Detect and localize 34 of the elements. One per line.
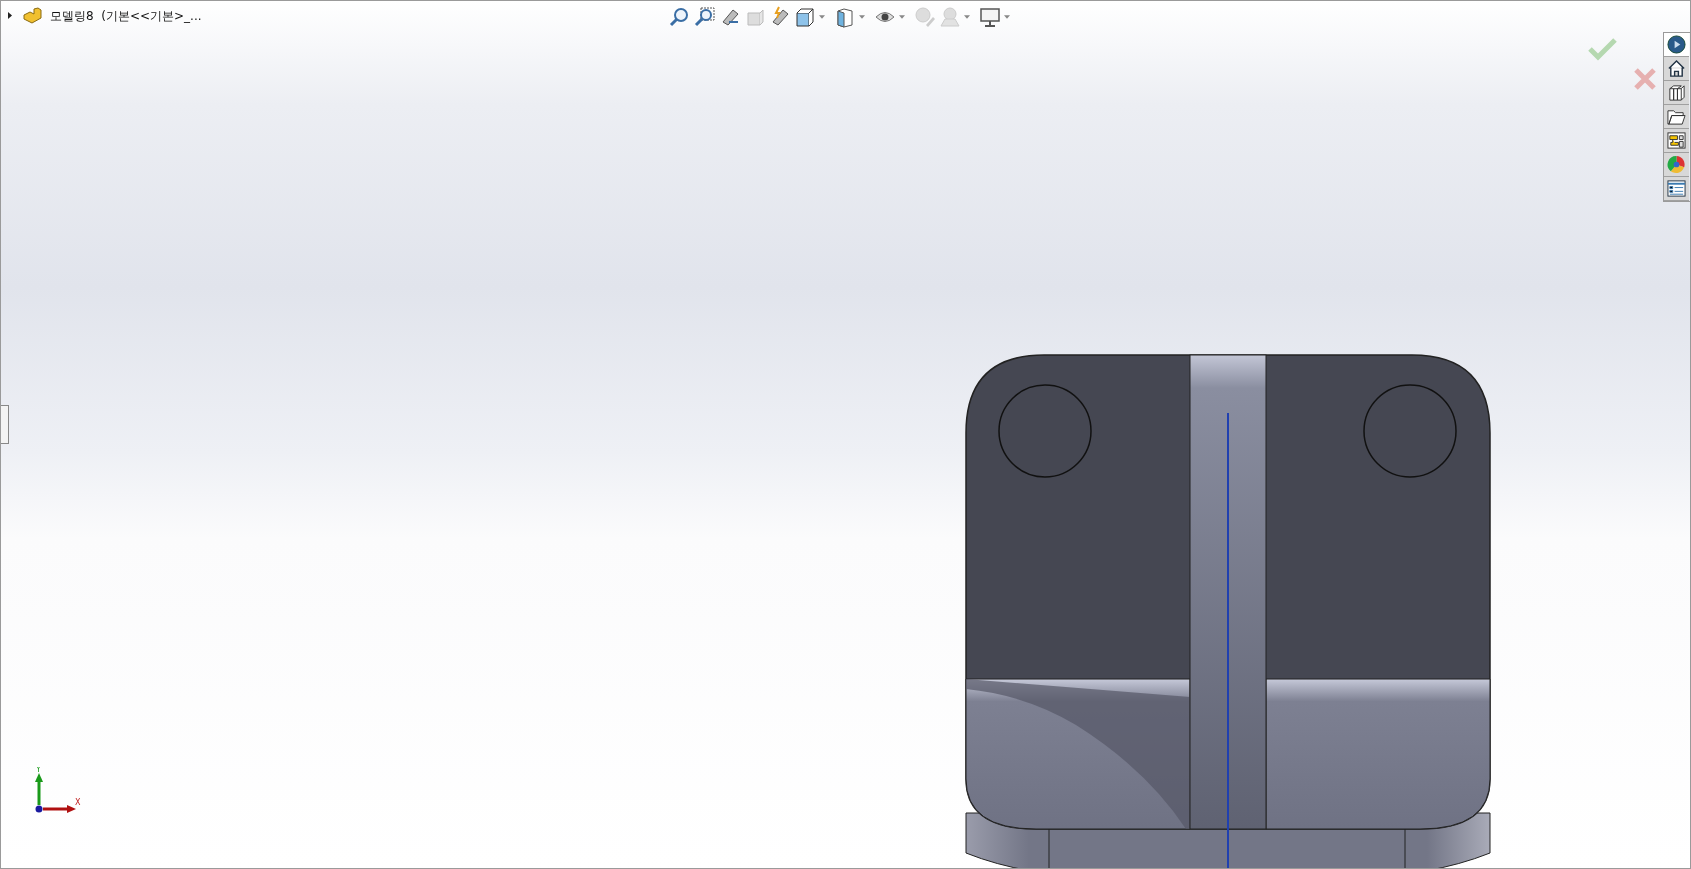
home-tab[interactable] [1664,57,1689,81]
custom-properties-tab[interactable] [1664,177,1689,201]
part-icon [22,7,42,25]
books-icon [1667,83,1686,102]
design-library-tab[interactable] [1664,81,1689,105]
file-explorer-tab[interactable] [1664,105,1689,129]
x-axis-arrow [43,805,76,813]
list-form-icon [1667,179,1686,198]
color-ball-icon [1667,155,1686,174]
cube-view-icon[interactable] [794,6,816,28]
hide-show-dropdown[interactable] [899,15,905,19]
x-axis-label: X [75,798,81,807]
display-style-icon[interactable] [834,6,856,28]
appearances-tab[interactable] [1664,153,1689,177]
part-name[interactable]: 모델링8 (기본<<기본>_... [50,7,202,25]
expand-arrow-icon[interactable] [7,12,14,20]
house-icon [1667,59,1686,78]
zoom-area-icon[interactable] [694,6,716,28]
palette-grid-icon [1667,131,1686,150]
display-style-dropdown[interactable] [859,15,865,19]
zoom-icon[interactable] [669,6,691,28]
y-axis-label: Y [36,767,41,774]
y-axis-arrow [35,773,43,805]
panel-collapse-handle[interactable] [1,405,9,444]
scene-dropdown[interactable] [964,15,970,19]
folder-icon [1667,107,1686,126]
resources-tab[interactable] [1664,33,1689,57]
confirm-check-icon[interactable] [1587,37,1617,61]
origin-dot [35,805,43,813]
globe-play-icon [1667,35,1686,54]
view-orientation-dropdown[interactable] [819,15,825,19]
view-settings-dropdown[interactable] [1004,15,1010,19]
monitor-icon[interactable] [979,6,1001,28]
view-palette-tab[interactable] [1664,129,1689,153]
